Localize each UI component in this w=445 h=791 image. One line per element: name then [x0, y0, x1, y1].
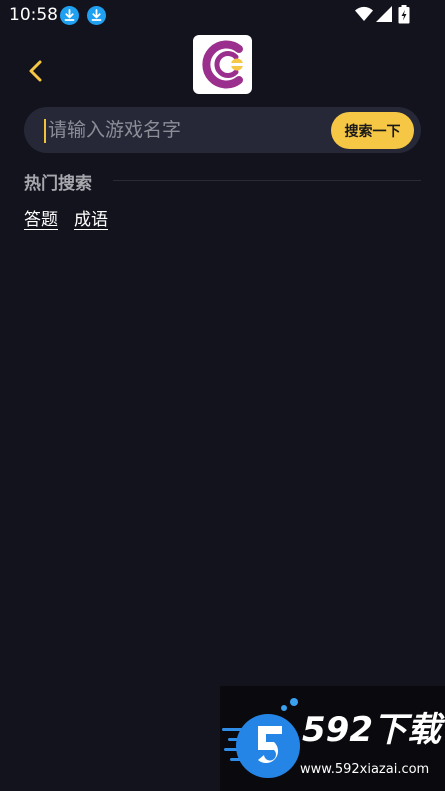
signal-icon — [376, 6, 392, 22]
search-input[interactable] — [44, 107, 333, 153]
app-logo-icon — [193, 35, 252, 94]
watermark: 592下载 www.592xiazai.com — [220, 686, 445, 791]
download-icon — [87, 6, 106, 25]
status-bar: 10:58 — [0, 0, 445, 30]
status-time: 10:58 — [9, 5, 58, 25]
battery-icon — [398, 5, 410, 24]
search-bar: 搜索一下 — [24, 107, 421, 153]
hot-tag-1[interactable]: 答题 — [24, 205, 58, 230]
download-icon — [60, 6, 79, 25]
back-icon[interactable] — [24, 58, 48, 84]
watermark-brand: 592下载 — [302, 710, 441, 750]
text-cursor — [44, 119, 46, 143]
hot-search-title: 热门搜索 — [24, 174, 92, 194]
hot-tag-2[interactable]: 成语 — [74, 205, 108, 230]
hot-search-divider — [113, 180, 421, 181]
wifi-icon — [355, 6, 373, 21]
watermark-logo-icon — [222, 698, 300, 778]
watermark-url: www.592xiazai.com — [300, 762, 430, 777]
search-button[interactable]: 搜索一下 — [331, 112, 414, 149]
